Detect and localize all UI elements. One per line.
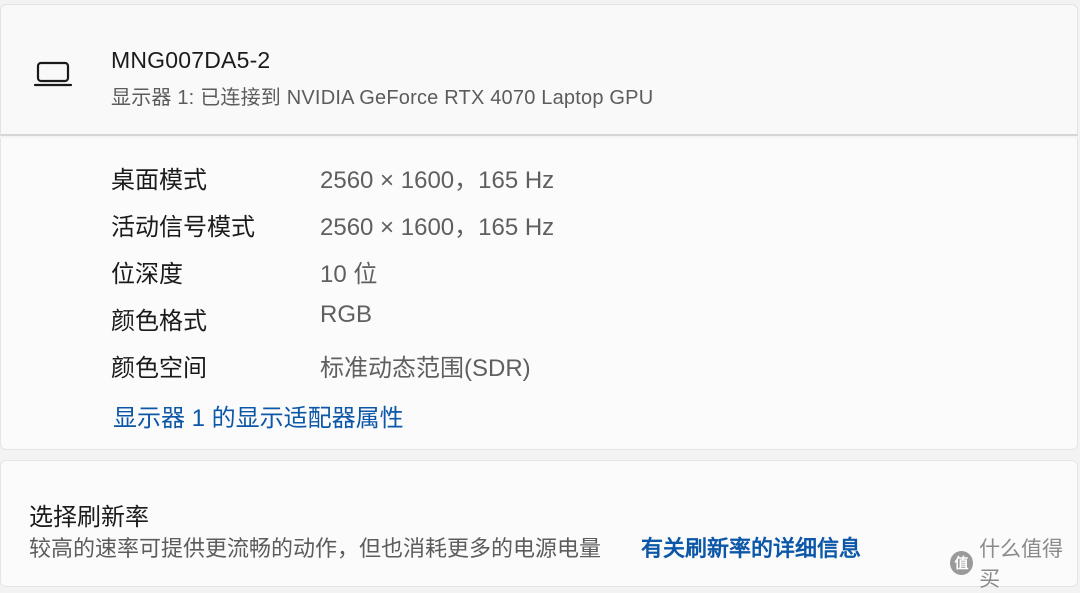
display-name: MNG007DA5-2: [111, 47, 271, 73]
laptop-icon: [33, 61, 73, 87]
detail-value: RGB: [320, 301, 373, 328]
watermark: 值 什么值得买: [950, 538, 1080, 591]
detail-label: 活动信号模式: [111, 214, 255, 241]
refresh-rate-info-link[interactable]: 有关刷新率的详细信息: [641, 531, 861, 563]
watermark-text: 什么值得买: [979, 538, 1064, 591]
detail-label: 颜色空间: [111, 355, 207, 382]
watermark-logo-icon: 值: [950, 551, 974, 575]
display-adapter-properties-link[interactable]: 显示器 1 的显示适配器属性: [113, 398, 404, 433]
detail-value: 10 位: [320, 261, 378, 288]
detail-value: 2560 × 1600，165 Hz: [320, 167, 555, 194]
detail-value: 2560 × 1600，165 Hz: [320, 214, 555, 241]
detail-label: 颜色格式: [111, 308, 207, 335]
display-header-card: MNG007DA5-2 显示器 1: 已连接到 NVIDIA GeForce R…: [0, 4, 1078, 136]
detail-value: 标准动态范围(SDR): [320, 355, 531, 382]
detail-label: 桌面模式: [111, 167, 207, 194]
display-connection-status: 显示器 1: 已连接到 NVIDIA GeForce RTX 4070 Lapt…: [111, 87, 654, 109]
refresh-rate-title: 选择刷新率: [29, 504, 149, 531]
detail-label: 位深度: [111, 261, 183, 288]
display-details-card: 桌面模式 2560 × 1600，165 Hz 活动信号模式 2560 × 16…: [0, 138, 1078, 450]
refresh-rate-description: 较高的速率可提供更流畅的动作，但也消耗更多的电源电量: [29, 536, 602, 561]
refresh-rate-card: 选择刷新率 较高的速率可提供更流畅的动作，但也消耗更多的电源电量 有关刷新率的详…: [0, 460, 1078, 587]
